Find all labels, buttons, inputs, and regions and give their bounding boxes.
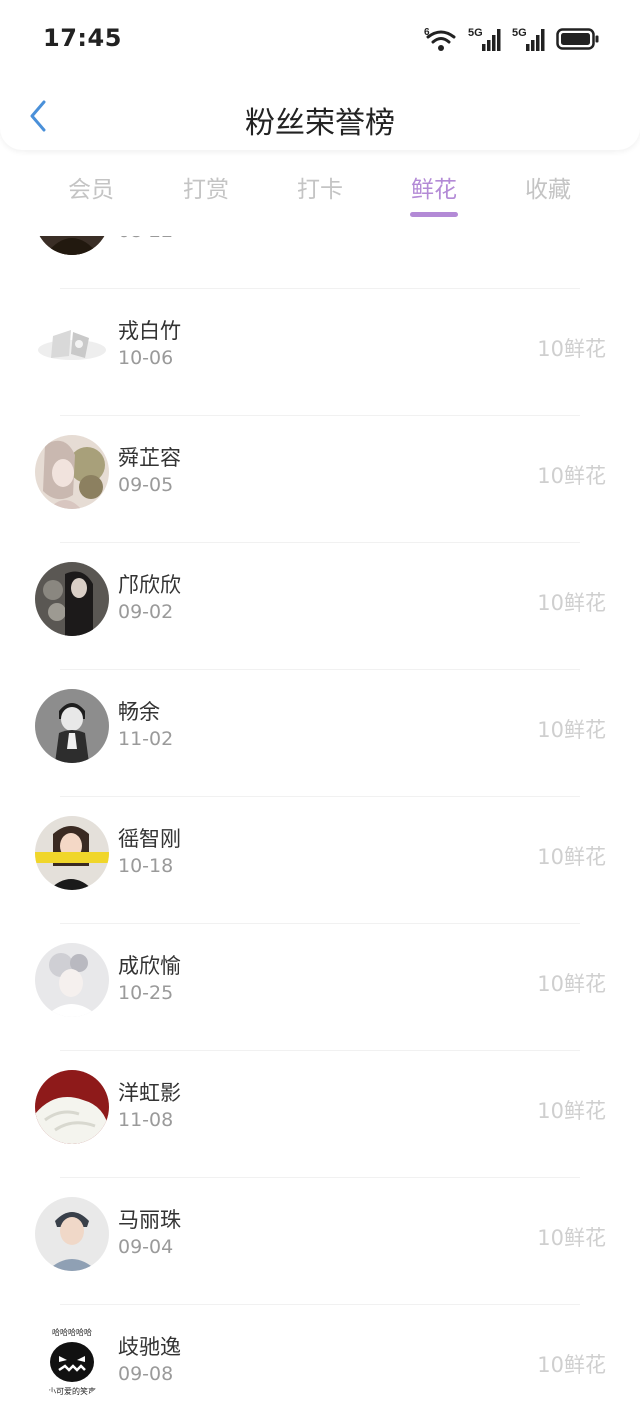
signal2-label: 5G [512, 27, 527, 39]
tab-member[interactable]: 会员 [41, 170, 141, 204]
list-item[interactable]: 舜芷容 09-05 10鲜花 [0, 416, 640, 543]
user-name: 戎白竹 [118, 319, 181, 343]
avatar [35, 816, 109, 890]
flower-amount: 10鲜花 [537, 1226, 606, 1250]
avatar [35, 689, 109, 763]
list-item[interactable]: 洋虹影 11-08 10鲜花 [0, 1051, 640, 1178]
user-date: 09-08 [118, 1363, 174, 1385]
list-item[interactable]: 08-22 [0, 236, 640, 289]
list-item[interactable]: 成欣愉 10-25 10鲜花 [0, 924, 640, 1051]
list-item[interactable]: 畅余 11-02 10鲜花 [0, 670, 640, 797]
user-date: 09-02 [118, 601, 174, 623]
fan-list[interactable]: 08-22 戎白竹 10-06 10鲜花 [0, 236, 640, 1421]
user-date: 09-04 [118, 1236, 174, 1258]
avatar-caption-bottom: 小可爱的笑声 [48, 1386, 96, 1396]
battery-icon [556, 28, 599, 50]
user-date: 10-18 [118, 855, 174, 877]
avatar [35, 1070, 109, 1144]
page-title: 粉丝荣誉榜 [245, 106, 395, 141]
flower-amount: 10鲜花 [537, 591, 606, 615]
user-name: 舜芷容 [118, 446, 181, 470]
user-name: 洋虹影 [118, 1081, 181, 1105]
flower-amount: 10鲜花 [537, 464, 606, 488]
user-date: 11-08 [118, 1109, 174, 1131]
user-name: 畅余 [118, 700, 160, 724]
signal-5g-icon-2: 5G [512, 27, 545, 51]
tab-indicator [410, 212, 458, 217]
avatar [35, 435, 109, 509]
flower-amount: 10鲜花 [537, 1353, 606, 1377]
wifi-icon: 6 [424, 27, 456, 51]
tab-reward[interactable]: 打赏 [156, 170, 256, 204]
flower-amount: 10鲜花 [537, 845, 606, 869]
status-icons: 6 5G 5G [424, 24, 600, 54]
user-name: 歧驰逸 [118, 1335, 181, 1359]
user-date: 08-22 [118, 236, 173, 242]
signal1-label: 5G [468, 27, 483, 39]
avatar [35, 1197, 109, 1271]
status-time: 17:45 [43, 24, 122, 52]
list-item[interactable]: 戎白竹 10-06 10鲜花 [0, 289, 640, 416]
header: 17:45 6 5G 5G 粉丝荣誉榜 [0, 0, 640, 150]
user-name: 徭智刚 [118, 827, 181, 851]
list-item[interactable]: 徭智刚 10-18 10鲜花 [0, 797, 640, 924]
avatar-caption-top: 哈哈哈哈哈 [52, 1327, 92, 1337]
user-name: 邝欣欣 [118, 573, 181, 597]
user-date: 09-05 [118, 474, 174, 496]
tab-checkin[interactable]: 打卡 [270, 170, 370, 204]
status-bar: 17:45 6 5G 5G [0, 0, 640, 80]
user-name: 成欣愉 [118, 954, 181, 978]
signal-5g-icon-1: 5G [468, 27, 501, 51]
flower-amount: 10鲜花 [537, 1099, 606, 1123]
flower-amount: 10鲜花 [537, 972, 606, 996]
tab-favorites[interactable]: 收藏 [498, 170, 598, 204]
avatar [35, 943, 109, 1017]
list-item[interactable]: 哈哈哈哈哈 小可爱的笑声 歧驰逸 09-08 10鲜花 [0, 1305, 640, 1421]
avatar: 哈哈哈哈哈 小可爱的笑声 [35, 1324, 109, 1398]
flower-amount: 10鲜花 [537, 718, 606, 742]
user-date: 11-02 [118, 728, 174, 750]
list-item[interactable]: 马丽珠 09-04 10鲜花 [0, 1178, 640, 1305]
user-name: 马丽珠 [118, 1208, 181, 1232]
avatar [35, 236, 109, 255]
tab-flowers[interactable]: 鲜花 [384, 170, 484, 204]
nav-bar: 粉丝荣誉榜 [0, 86, 640, 146]
avatar [35, 308, 109, 382]
avatar [35, 562, 109, 636]
list-item[interactable]: 邝欣欣 09-02 10鲜花 [0, 543, 640, 670]
flower-amount: 10鲜花 [537, 337, 606, 361]
user-date: 10-25 [118, 982, 174, 1004]
tab-bar: 会员 打赏 打卡 鲜花 收藏 [0, 160, 640, 220]
user-date: 10-06 [118, 347, 174, 369]
